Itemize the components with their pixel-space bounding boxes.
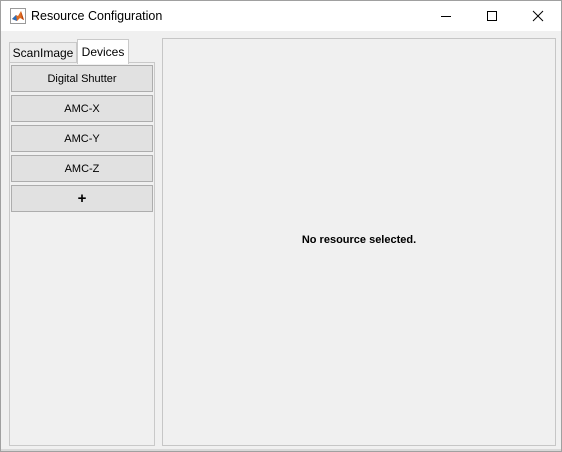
tab-devices[interactable]: Devices — [77, 39, 129, 64]
tab-strip: ScanImage Devices — [9, 39, 157, 64]
maximize-icon — [487, 11, 497, 21]
window-title: Resource Configuration — [31, 9, 163, 23]
device-button-digital-shutter[interactable]: Digital Shutter — [11, 65, 153, 92]
resource-configuration-window: Resource Configuration ScanImage Devices… — [0, 0, 562, 452]
devices-tab-panel: Digital Shutter AMC-X AMC-Y AMC-Z + — [9, 62, 155, 446]
tab-scanimage[interactable]: ScanImage — [9, 42, 77, 63]
matlab-icon — [10, 8, 26, 24]
resource-detail-panel: No resource selected. — [162, 38, 556, 446]
close-icon — [532, 10, 544, 22]
minimize-button[interactable] — [423, 1, 469, 31]
add-device-button[interactable]: + — [11, 185, 153, 212]
device-button-amc-y[interactable]: AMC-Y — [11, 125, 153, 152]
title-bar[interactable]: Resource Configuration — [1, 1, 561, 31]
empty-state-message: No resource selected. — [301, 234, 417, 246]
device-button-amc-z[interactable]: AMC-Z — [11, 155, 153, 182]
maximize-button[interactable] — [469, 1, 515, 31]
minimize-icon — [441, 16, 451, 17]
window-bottom-edge — [1, 449, 561, 451]
device-button-amc-x[interactable]: AMC-X — [11, 95, 153, 122]
close-button[interactable] — [515, 1, 561, 31]
